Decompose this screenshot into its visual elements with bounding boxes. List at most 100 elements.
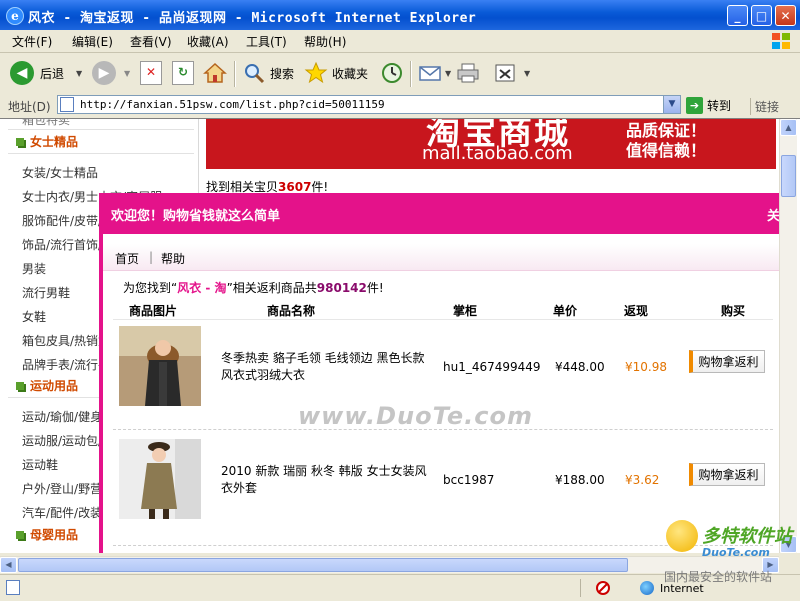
- address-url: http://fanxian.51psw.com/list.php?cid=50…: [80, 98, 385, 111]
- bullet-icon: [16, 382, 24, 390]
- category-sports[interactable]: 运动用品: [16, 377, 78, 394]
- stop-button[interactable]: ✕: [140, 59, 162, 87]
- product-name[interactable]: 冬季热卖 貉子毛领 毛线领边 黑色长款风衣式羽绒大衣: [221, 350, 431, 384]
- sidebar-item[interactable]: 女鞋: [22, 308, 46, 325]
- back-arrow-icon: ◀: [10, 61, 34, 85]
- category-womens[interactable]: 女士精品: [16, 133, 78, 150]
- popup-blocked-icon[interactable]: [595, 580, 611, 596]
- menu-bar: 文件(F) 编辑(E) 查看(V) 收藏(A) 工具(T) 帮助(H): [0, 30, 800, 53]
- buy-rebate-button[interactable]: 购物拿返利: [689, 350, 765, 373]
- sidebar-top-item[interactable]: 箱包特卖: [22, 119, 70, 128]
- refresh-icon: ↻: [172, 61, 194, 85]
- toolbar-separator: [234, 61, 236, 87]
- watermark-slogan: 国内最安全的软件站: [664, 570, 773, 584]
- product-name[interactable]: 2010 新款 瑞丽 秋冬 韩版 女士女装风衣外套: [221, 463, 431, 497]
- sidebar-item[interactable]: 流行男鞋: [22, 284, 70, 301]
- header-divider: [113, 319, 773, 320]
- scroll-up-icon[interactable]: ▲: [780, 119, 797, 136]
- bullet-icon: [16, 531, 24, 539]
- header-rebate: 返现: [624, 304, 649, 318]
- go-label: 转到: [707, 98, 732, 113]
- toolbar: ◀ 后退 ▼ ▶ ▼ ✕ ↻ 搜索 收藏夹 ▼ ▼: [0, 53, 800, 94]
- product-price: ¥448.00: [555, 360, 605, 374]
- go-button[interactable]: ➔ 转到: [686, 95, 740, 115]
- favorites-button[interactable]: 收藏夹: [304, 59, 368, 87]
- vertical-scroll-thumb[interactable]: [781, 155, 796, 197]
- sidebar-item[interactable]: 运动鞋: [22, 456, 58, 473]
- sidebar-item[interactable]: 女装/女士精品: [22, 164, 98, 181]
- edit-button[interactable]: ▼: [494, 59, 530, 87]
- banner-promo-line: 值得信赖！: [626, 141, 707, 160]
- category-title: 母婴用品: [30, 528, 79, 542]
- menu-tools[interactable]: 工具(T): [246, 33, 287, 50]
- summary-text: 为您找到“: [123, 281, 178, 295]
- result-number: 3607: [278, 180, 312, 194]
- minimize-button[interactable]: _: [727, 5, 748, 26]
- watermark-domain: DuoTe.com: [702, 546, 770, 559]
- watermark-logo: 多特软件站: [702, 526, 792, 547]
- page-icon: [60, 97, 74, 112]
- sidebar-divider: [8, 129, 194, 130]
- popup-header: 欢迎您！购物省钱就这么简单 关: [103, 193, 780, 234]
- popup-title: 欢迎您！购物省钱就这么简单: [111, 209, 281, 224]
- header-price: 单价: [553, 304, 578, 318]
- product-image[interactable]: [119, 439, 201, 519]
- title-bar[interactable]: e 风衣 - 淘宝返现 - 品尚返现网 - Microsoft Internet…: [0, 0, 800, 30]
- stop-icon: ✕: [140, 61, 162, 85]
- mascot-icon: [666, 520, 698, 552]
- toolbar-separator: [410, 61, 412, 87]
- refresh-button[interactable]: ↻: [172, 59, 194, 87]
- ie-logo-icon: e: [6, 7, 24, 25]
- star-icon: [304, 61, 328, 84]
- address-bar: 地址(D) http://fanxian.51psw.com/list.php?…: [0, 93, 800, 119]
- links-button[interactable]: 链接: [750, 98, 779, 115]
- product-seller: bcc1987: [443, 473, 495, 487]
- forward-dropdown-icon[interactable]: ▼: [124, 69, 130, 78]
- scroll-left-icon[interactable]: ◀: [0, 557, 17, 573]
- menu-favorites[interactable]: 收藏(A): [187, 33, 229, 50]
- print-button[interactable]: [456, 59, 480, 87]
- banner-promo: 品质保证！ 值得信赖！: [626, 121, 706, 161]
- banner-url: mall.taobao.com: [422, 143, 573, 164]
- address-label: 地址(D): [8, 100, 51, 114]
- menu-file[interactable]: 文件(F): [12, 33, 52, 50]
- window-title: 风衣 - 淘宝返现 - 品尚返现网 - Microsoft Internet E…: [28, 11, 477, 26]
- taobao-mall-banner[interactable]: 淘宝商城 mall.taobao.com 品质保证！ 值得信赖！: [206, 119, 776, 169]
- header-image: 商品图片: [129, 304, 178, 318]
- history-button[interactable]: [380, 59, 404, 87]
- maximize-button[interactable]: □: [751, 5, 772, 26]
- result-prefix: 找到相关宝贝: [206, 180, 279, 194]
- category-title: 运动用品: [30, 379, 79, 393]
- home-button[interactable]: [203, 59, 227, 87]
- mail-dropdown-icon[interactable]: ▼: [445, 69, 451, 78]
- menu-help[interactable]: 帮助(H): [304, 33, 346, 50]
- product-image[interactable]: [119, 326, 201, 406]
- mail-button[interactable]: ▼: [418, 59, 451, 87]
- buy-rebate-button[interactable]: 购物拿返利: [689, 463, 765, 486]
- menu-view[interactable]: 查看(V): [130, 33, 172, 50]
- sidebar-item[interactable]: 男装: [22, 260, 46, 277]
- close-button[interactable]: ✕: [775, 5, 796, 26]
- edit-window-icon: [495, 64, 515, 82]
- product-rebate: ¥3.62: [625, 473, 660, 487]
- search-icon: [245, 64, 265, 84]
- address-input[interactable]: http://fanxian.51psw.com/list.php?cid=50…: [57, 95, 681, 114]
- nav-help-link[interactable]: 帮助: [161, 250, 185, 267]
- header-seller: 掌柜: [453, 304, 478, 318]
- nav-home-link[interactable]: 首页: [115, 250, 139, 267]
- horizontal-scroll-thumb[interactable]: [18, 558, 628, 572]
- vertical-scrollbar[interactable]: ▲ ▼: [779, 119, 797, 553]
- search-label: 搜索: [270, 66, 295, 81]
- forward-button[interactable]: ▶ ▼: [92, 59, 130, 87]
- menu-edit[interactable]: 编辑(E): [72, 33, 113, 50]
- category-baby[interactable]: 母婴用品: [16, 526, 78, 543]
- printer-icon: [457, 63, 479, 83]
- back-dropdown-icon[interactable]: ▼: [76, 69, 82, 78]
- horizontal-scrollbar[interactable]: ◀ ▶: [0, 556, 779, 573]
- back-button[interactable]: ◀ 后退 ▼: [10, 59, 82, 87]
- duote-watermark: 多特软件站 DuoTe.com 国内最安全的软件站: [664, 518, 794, 588]
- search-button[interactable]: 搜索: [242, 59, 294, 87]
- edit-dropdown-icon[interactable]: ▼: [524, 69, 530, 78]
- product-rebate: ¥10.98: [625, 360, 667, 374]
- address-dropdown-icon[interactable]: ▼: [663, 96, 680, 113]
